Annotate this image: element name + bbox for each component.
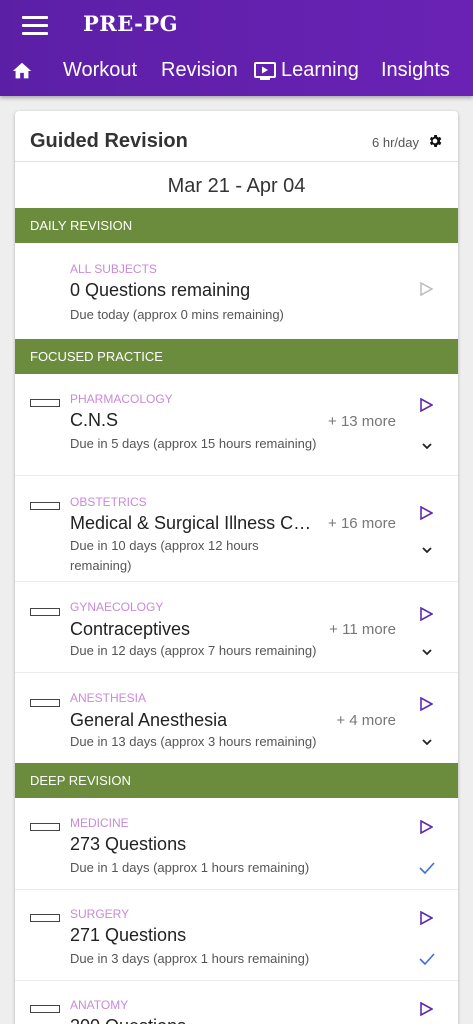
due-text: Due in 5 days (approx 15 hours remaining… bbox=[70, 436, 317, 451]
card-header: Guided Revision 6 hr/day bbox=[15, 111, 458, 162]
item-checkbox[interactable] bbox=[30, 1005, 60, 1013]
topic-title: 273 Questions bbox=[70, 834, 187, 854]
learning-icon bbox=[254, 62, 276, 80]
item-checkbox[interactable] bbox=[30, 502, 60, 510]
more-count[interactable]: + 16 more bbox=[328, 515, 396, 532]
play-icon[interactable] bbox=[419, 607, 433, 621]
item-checkbox[interactable] bbox=[30, 914, 60, 922]
play-icon[interactable] bbox=[419, 506, 433, 520]
topic-title: General Anesthesia bbox=[70, 710, 228, 730]
nav-tab-revision[interactable]: Revision bbox=[161, 59, 238, 82]
topic-title: 0 Questions remaining bbox=[70, 280, 251, 300]
date-range: Mar 21 - Apr 04 bbox=[167, 175, 306, 197]
more-count[interactable]: + 11 more bbox=[329, 621, 396, 638]
play-icon[interactable] bbox=[419, 282, 433, 296]
list-item[interactable]: PHARMACOLOGY C.N.S + 13 more Due in 5 da… bbox=[15, 374, 458, 475]
more-count[interactable]: + 13 more bbox=[328, 413, 396, 430]
due-text: Due in 1 days (approx 1 hours remaining) bbox=[70, 860, 310, 875]
due-text: Due in 13 days (approx 3 hours remaining… bbox=[70, 734, 317, 749]
chevron-down-icon[interactable] bbox=[421, 738, 433, 746]
chevron-down-icon[interactable] bbox=[421, 546, 433, 554]
play-icon[interactable] bbox=[419, 1002, 433, 1016]
list-item[interactable]: MEDICINE 273 Questions Due in 1 days (ap… bbox=[15, 798, 458, 889]
list-item[interactable]: GYNAECOLOGY Contraceptives + 11 more Due… bbox=[15, 581, 458, 672]
item-checkbox[interactable] bbox=[30, 823, 60, 831]
chevron-down-icon[interactable] bbox=[421, 442, 433, 450]
top-nav: Workout Revision Learning Insights bbox=[0, 56, 473, 86]
subject-label: ALL SUBJECTS bbox=[70, 262, 157, 276]
app-title: PRE-PG bbox=[83, 11, 179, 36]
due-text: Due in 3 days (approx 1 hours remaining) bbox=[70, 951, 310, 966]
list-item[interactable]: OBSTETRICS Medical & Surgical Illness Co… bbox=[15, 475, 458, 581]
item-checkbox[interactable] bbox=[30, 608, 60, 616]
section-focused-practice: FOCUSED PRACTICE bbox=[15, 339, 458, 374]
subject-label: ANATOMY bbox=[70, 998, 129, 1012]
item-checkbox[interactable] bbox=[30, 699, 60, 707]
topic-title: 200 Questions bbox=[70, 1016, 186, 1024]
nav-tab-workout[interactable]: Workout bbox=[63, 59, 137, 82]
topic-title: 271 Questions bbox=[70, 925, 187, 945]
item-checkbox[interactable] bbox=[30, 399, 60, 407]
more-count[interactable]: + 4 more bbox=[336, 712, 396, 729]
topic-title: C.N.S bbox=[70, 410, 119, 430]
subject-label: SURGERY bbox=[70, 907, 130, 921]
menu-icon[interactable] bbox=[22, 16, 48, 36]
chevron-down-icon[interactable] bbox=[421, 648, 433, 656]
card-title: Guided Revision bbox=[30, 130, 188, 152]
subject-label: GYNAECOLOGY bbox=[70, 600, 164, 614]
nav-tab-learning[interactable]: Learning bbox=[281, 59, 359, 82]
play-icon[interactable] bbox=[419, 398, 433, 412]
check-icon bbox=[419, 862, 435, 874]
home-icon[interactable] bbox=[11, 60, 33, 82]
play-icon[interactable] bbox=[419, 911, 433, 925]
subject-label: MEDICINE bbox=[70, 816, 129, 830]
list-item[interactable]: ANESTHESIA General Anesthesia + 4 more D… bbox=[15, 672, 458, 763]
daily-revision-row[interactable]: ALL SUBJECTS 0 Questions remaining Due t… bbox=[15, 243, 458, 339]
subject-label: ANESTHESIA bbox=[70, 691, 147, 705]
list-item[interactable]: ANATOMY 200 Questions bbox=[15, 980, 458, 1024]
list-item[interactable]: SURGERY 271 Questions Due in 3 days (app… bbox=[15, 889, 458, 980]
check-icon bbox=[419, 953, 435, 965]
section-deep-revision: DEEP REVISION bbox=[15, 763, 458, 798]
due-text: Due in 10 days (approx 12 hours remainin… bbox=[70, 538, 259, 573]
app-bar: PRE-PG Workout Revision Learning Insight… bbox=[0, 0, 473, 96]
topic-title: Medical & Surgical Illness Co... bbox=[70, 513, 315, 533]
nav-tab-insights[interactable]: Insights bbox=[381, 59, 450, 82]
due-text: Due in 12 days (approx 7 hours remaining… bbox=[70, 643, 317, 658]
guided-revision-card: Guided Revision 6 hr/day Mar 21 - Apr 04… bbox=[15, 111, 458, 1024]
topic-title: Contraceptives bbox=[70, 619, 191, 639]
hours-per-day: 6 hr/day bbox=[372, 135, 419, 150]
due-text: Due today (approx 0 mins remaining) bbox=[70, 307, 284, 322]
subject-label: PHARMACOLOGY bbox=[70, 392, 173, 406]
section-daily-revision: DAILY REVISION bbox=[15, 208, 458, 243]
gear-icon[interactable] bbox=[427, 133, 443, 149]
play-icon[interactable] bbox=[419, 820, 433, 834]
play-icon[interactable] bbox=[419, 697, 433, 711]
subject-label: OBSTETRICS bbox=[70, 495, 147, 509]
